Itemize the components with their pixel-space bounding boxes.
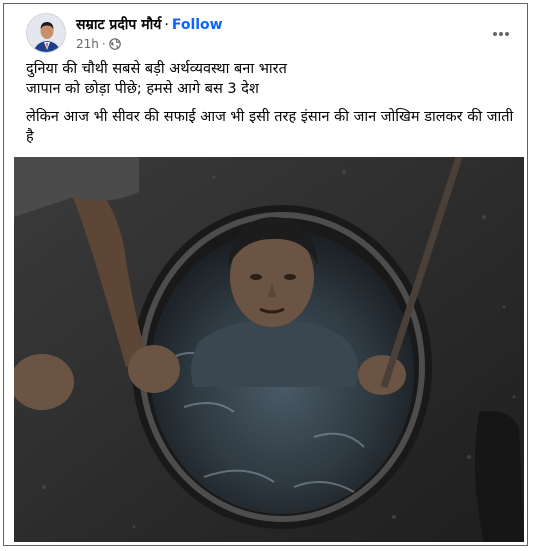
post-text-line-2: जापान को छोड़ा पीछे; हमसे आगे बस 3 देश	[26, 81, 259, 97]
author-line: सम्राट प्रदीप मौर्य · Follow	[76, 15, 223, 34]
author-name[interactable]: सम्राट प्रदीप मौर्य	[76, 17, 161, 33]
follow-button[interactable]: Follow	[172, 17, 223, 33]
post-photo[interactable]	[14, 157, 524, 542]
globe-icon[interactable]	[108, 38, 121, 50]
post-text-paragraph-2: लेकिन आज भी सीवर की सफाई आज भी इसी तरह इ…	[26, 109, 514, 145]
avatar-picture	[27, 14, 65, 52]
post-meta: 21h ·	[76, 37, 121, 51]
name-follow-separator: ·	[164, 17, 169, 33]
more-options-icon[interactable]	[492, 23, 510, 36]
meta-separator: ·	[101, 37, 106, 51]
post-frame: सम्राट प्रदीप मौर्य · Follow 21h · दुनिय…	[3, 3, 528, 546]
post-header: सम्राट प्रदीप मौर्य · Follow 21h ·	[26, 13, 516, 57]
post-text: दुनिया की चौथी सबसे बड़ी अर्थव्यवस्था बन…	[26, 59, 516, 147]
post-text-line-1: दुनिया की चौथी सबसे बड़ी अर्थव्यवस्था बन…	[26, 61, 287, 77]
post-timestamp[interactable]: 21h	[76, 37, 99, 51]
author-avatar[interactable]	[26, 13, 66, 53]
sewer-worker-photo	[14, 157, 524, 542]
